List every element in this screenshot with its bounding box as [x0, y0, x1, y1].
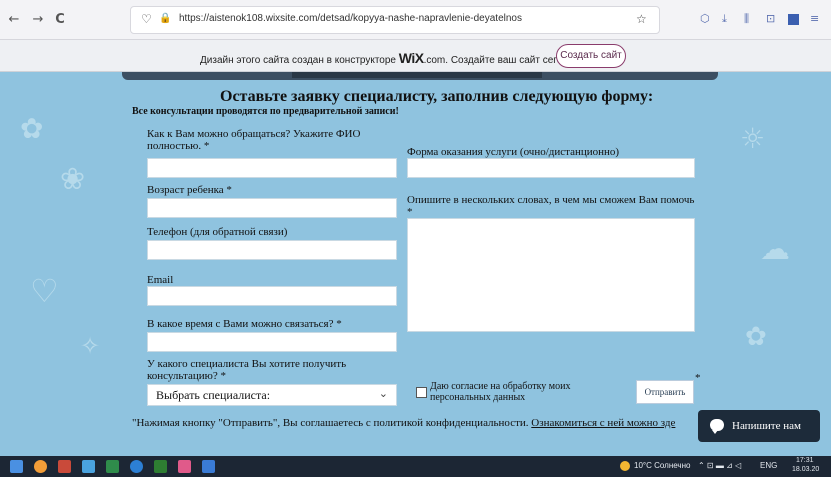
wix-logo: WiX	[398, 50, 424, 66]
weather-text[interactable]: 10°C Солнечно	[634, 461, 690, 470]
doodle-flower-icon: ❀	[60, 162, 86, 197]
doodle-cloud-icon: ☁	[760, 232, 790, 267]
photos-icon[interactable]	[82, 460, 95, 473]
weather-icon[interactable]	[620, 461, 630, 471]
header-strip	[122, 72, 718, 80]
form-subtitle: Все консультации проводятся по предварит…	[132, 106, 399, 117]
clock-time[interactable]: 17:31	[796, 457, 814, 464]
phone-label: Телефон (для обратной связи)	[147, 226, 288, 238]
language-indicator[interactable]: ENG	[760, 461, 777, 470]
doodle-balloon-icon: ✧	[80, 332, 101, 360]
privacy-link[interactable]: Ознакомиться с ней можно зде	[531, 417, 675, 429]
chevron-down-icon: ⌄	[378, 387, 388, 400]
send-button[interactable]: Отправить	[636, 380, 694, 404]
reload-icon[interactable]: C	[52, 12, 68, 28]
library-icon[interactable]: ⫼	[744, 12, 749, 26]
doodle-flower2-icon: ✿	[745, 322, 767, 352]
download-icon[interactable]: ⤓	[722, 12, 727, 26]
specialist-select[interactable]: Выбрать специалиста: ⌄	[147, 384, 397, 406]
format-input[interactable]	[407, 158, 695, 178]
phone-input[interactable]	[147, 240, 397, 260]
firefox-icon[interactable]	[34, 460, 47, 473]
reader-icon[interactable]: ⊡	[766, 12, 775, 25]
form-title: Оставьте заявку специалисту, заполнив сл…	[220, 88, 654, 105]
chat-label: Напишите нам	[732, 420, 801, 432]
create-site-button[interactable]: Создать сайт	[556, 44, 626, 68]
doodle-star-icon: ✿	[20, 112, 44, 145]
bookmark-star-icon[interactable]: ☆	[636, 12, 647, 26]
format-label: Форма оказания услуги (очно/дистанционно…	[407, 146, 620, 158]
address-bar[interactable]: ♡ 🔒 https://aistenok108.wixsite.com/dets…	[130, 6, 660, 34]
explorer-icon[interactable]	[202, 460, 215, 473]
menu-icon[interactable]: ≡	[810, 12, 819, 25]
specialist-selected: Выбрать специалиста:	[156, 388, 271, 402]
tray-icons[interactable]: ⌃ ⊡ ▬ ⊿ ◁	[698, 461, 741, 470]
doodle-heart-icon: ♡	[30, 272, 59, 310]
consent-label: Даю согласие на обработку моих персональ…	[430, 381, 571, 403]
time-input[interactable]	[147, 332, 397, 352]
wix-banner-text: Дизайн этого сайта создан в конструкторе…	[200, 50, 582, 66]
browser-toolbar: ← → C ♡ 🔒 https://aistenok108.wixsite.co…	[0, 0, 831, 40]
wix-banner: Дизайн этого сайта создан в конструкторе…	[0, 40, 831, 72]
powerpoint-icon[interactable]	[58, 460, 71, 473]
start-icon[interactable]	[10, 460, 23, 473]
pocket-icon[interactable]: ⬡	[700, 12, 710, 25]
url-text[interactable]: https://aistenok108.wixsite.com/detsad/k…	[179, 13, 522, 24]
extension-icon[interactable]	[788, 14, 799, 25]
excel-icon[interactable]	[154, 460, 167, 473]
wix-text-before: Дизайн этого сайта создан в конструкторе	[200, 55, 396, 66]
footnote-text: "Нажимая кнопку "Отправить", Вы соглашае…	[132, 417, 529, 429]
email-label: Email	[147, 274, 174, 286]
doodle-sun-icon: ☼	[740, 122, 766, 155]
age-label: Возраст ребенка *	[147, 184, 232, 196]
email-input[interactable]	[147, 286, 397, 306]
paint-icon[interactable]	[178, 460, 191, 473]
forward-icon[interactable]: →	[30, 12, 46, 28]
clock-date[interactable]: 18.03.20	[792, 466, 819, 473]
age-input[interactable]	[147, 198, 397, 218]
chrome-icon[interactable]	[130, 460, 143, 473]
chat-bubble-icon	[710, 419, 724, 434]
taskbar: 10°C Солнечно ⌃ ⊡ ▬ ⊿ ◁ ENG 17:31 18.03.…	[0, 456, 831, 477]
describe-label: Опишите в нескольких словах, в чем мы см…	[407, 194, 695, 218]
privacy-footnote: "Нажимая кнопку "Отправить", Вы соглашае…	[132, 417, 675, 429]
send-asterisk: *	[695, 372, 701, 384]
describe-textarea[interactable]	[407, 218, 695, 332]
shield-icon[interactable]: ♡	[141, 12, 152, 26]
time-label: В какое время с Вами можно связаться? *	[147, 318, 342, 330]
store-icon[interactable]	[106, 460, 119, 473]
fio-input[interactable]	[147, 158, 397, 178]
consent-checkbox[interactable]	[416, 387, 427, 398]
fio-label: Как к Вам можно обращаться? Укажите ФИО …	[147, 128, 361, 152]
site-content: ✿ ❀ ♡ ✧ ☼ ☁ ✿ Оставьте заявку специалист…	[0, 72, 831, 456]
specialist-label: У какого специалиста Вы хотите получить …	[147, 358, 347, 382]
back-icon[interactable]: ←	[6, 12, 22, 28]
chat-button[interactable]: Напишите нам	[698, 410, 820, 442]
lock-icon[interactable]: 🔒	[159, 13, 171, 24]
